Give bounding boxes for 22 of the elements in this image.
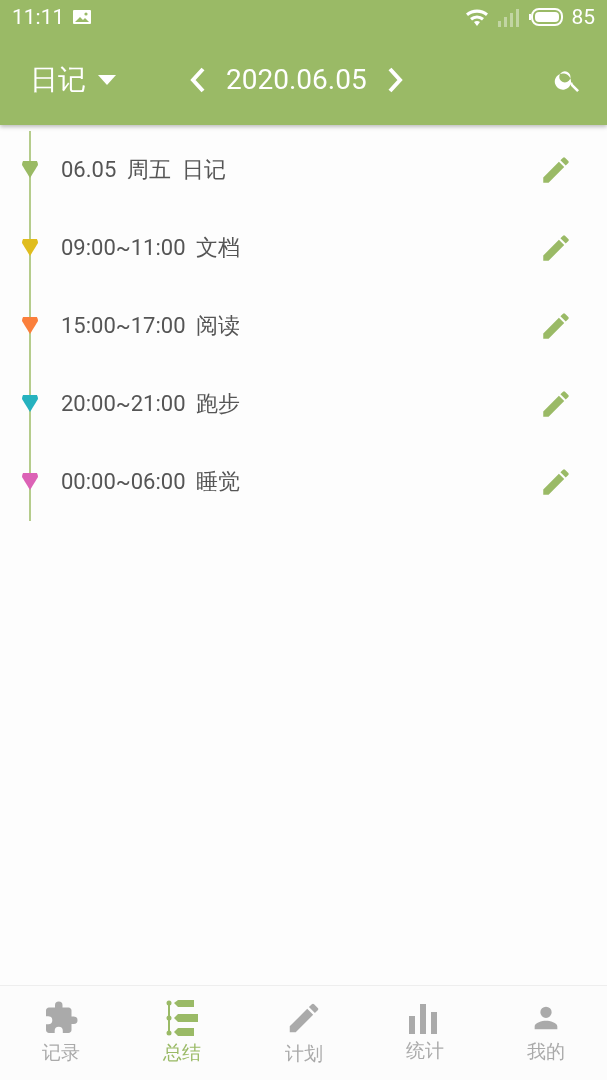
nav-tab[interactable]: 计划 <box>242 986 365 1080</box>
timeline-entry[interactable]: 06.05 周五 日记 <box>61 155 539 185</box>
chevron-left-icon <box>190 66 206 93</box>
battery-icon <box>529 8 564 26</box>
chevron-right-icon <box>386 66 403 93</box>
timeline-entry[interactable]: 00:00~06:00 睡觉 <box>61 467 539 497</box>
signal-icon <box>497 7 522 27</box>
timeline-icon <box>164 1000 201 1036</box>
nav-tab[interactable]: 记录 <box>0 986 122 1080</box>
wifi-icon <box>465 8 490 26</box>
timeline-entry[interactable]: 15:00~17:00 阅读 <box>61 311 539 341</box>
nav-tab[interactable]: 我的 <box>485 986 607 1080</box>
battery-level: 85 <box>571 5 595 29</box>
date-label: 2020.06.05 <box>226 63 367 96</box>
timeline-entry[interactable]: 09:00~11:00 文档 <box>61 233 539 263</box>
category-dropdown[interactable]: 日记 <box>30 60 116 99</box>
caret-icon <box>98 74 116 85</box>
status-time: 11:11 <box>12 5 65 29</box>
timeline-entry[interactable]: 20:00~21:00 跑步 <box>61 389 539 419</box>
nav-tab[interactable]: 统计 <box>364 986 486 1080</box>
nav-tab[interactable]: 总结 <box>121 986 243 1080</box>
image-icon <box>72 9 93 25</box>
